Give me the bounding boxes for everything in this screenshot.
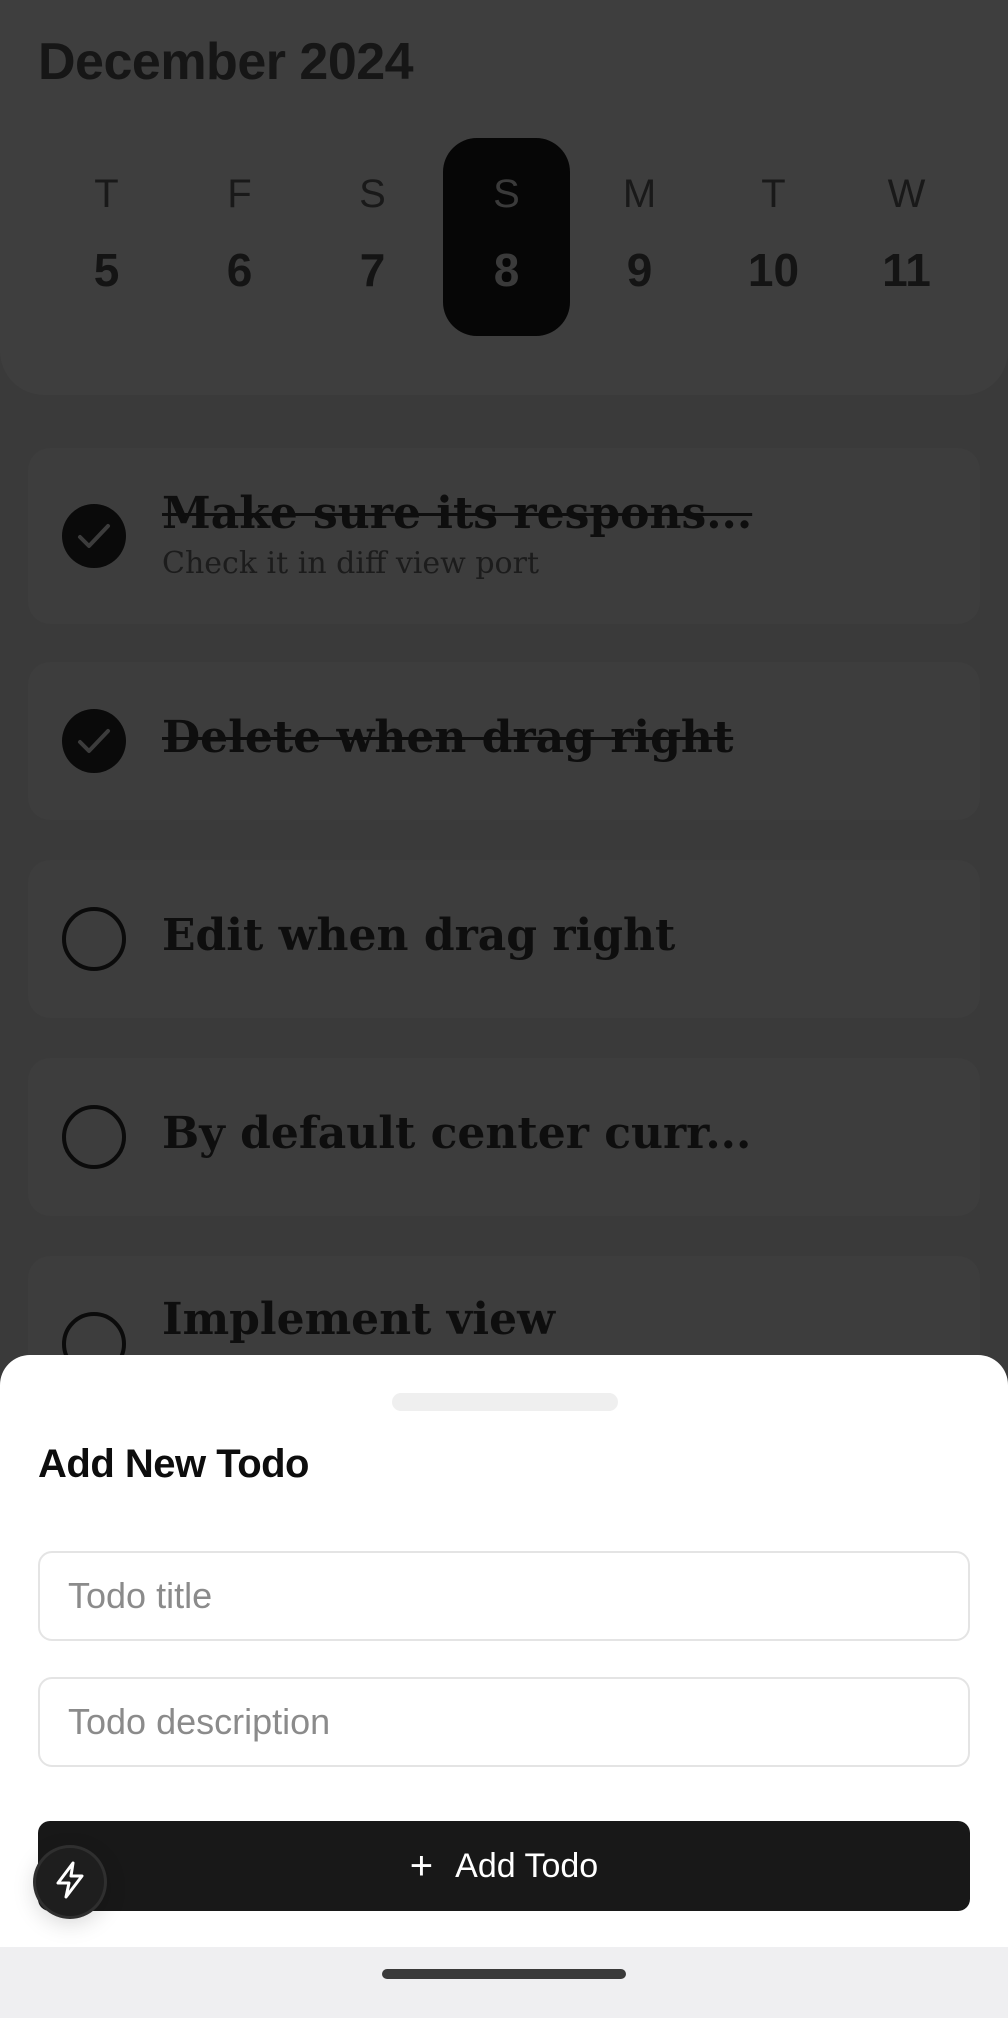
day-wed-11[interactable]: W 11	[843, 138, 970, 336]
day-of-week: M	[622, 172, 657, 216]
todo-item[interactable]: Make sure its respons... Check it in dif…	[28, 448, 980, 624]
todo-title: Delete when drag right	[162, 712, 734, 763]
day-of-week: F	[227, 172, 252, 216]
todo-title: Implement view	[162, 1294, 555, 1345]
unchecked-checkbox-icon[interactable]	[62, 907, 126, 971]
day-of-week: S	[359, 172, 386, 216]
lightning-icon	[53, 1861, 87, 1904]
month-title: December 2024	[38, 33, 414, 91]
todo-title: Make sure its respons...	[162, 488, 753, 539]
day-number: 10	[747, 244, 800, 296]
day-fri-6[interactable]: F 6	[176, 138, 303, 336]
todo-title-input[interactable]	[38, 1551, 970, 1641]
day-mon-9[interactable]: M 9	[576, 138, 703, 336]
sheet-title: Add New Todo	[38, 1442, 310, 1486]
day-tue-10[interactable]: T 10	[710, 138, 837, 336]
todo-title: By default center curr...	[162, 1108, 752, 1159]
add-todo-button[interactable]: + Add Todo	[38, 1821, 970, 1911]
plus-icon: +	[409, 1844, 434, 1888]
day-sat-7[interactable]: S 7	[309, 138, 436, 336]
checked-checkbox-icon[interactable]	[62, 504, 126, 568]
home-indicator[interactable]	[382, 1969, 626, 1979]
calendar-header: December 2024 T 5 F 6 S 7 S 8 M 9 T 10 W…	[0, 0, 1008, 395]
add-todo-button-label: Add Todo	[455, 1846, 599, 1885]
add-todo-sheet: Add New Todo + Add Todo	[0, 1355, 1008, 1947]
checked-checkbox-icon[interactable]	[62, 709, 126, 773]
day-number: 6	[226, 244, 253, 296]
todo-description-input[interactable]	[38, 1677, 970, 1767]
day-of-week: W	[887, 172, 926, 216]
lightning-button[interactable]	[36, 1848, 104, 1916]
todo-item[interactable]: Delete when drag right	[28, 662, 980, 820]
day-of-week: T	[94, 172, 119, 216]
day-number: 8	[493, 244, 520, 296]
todo-description: Check it in diff view port	[162, 546, 540, 581]
day-of-week: S	[493, 172, 520, 216]
sheet-drag-handle[interactable]	[392, 1393, 618, 1411]
day-of-week: T	[761, 172, 786, 216]
day-number: 7	[359, 244, 386, 296]
day-number: 11	[882, 244, 931, 296]
unchecked-checkbox-icon[interactable]	[62, 1105, 126, 1169]
day-number: 9	[626, 244, 653, 296]
system-home-bar	[0, 1947, 1008, 2018]
day-tue-5[interactable]: T 5	[43, 138, 170, 336]
day-sun-8-selected[interactable]: S 8	[443, 138, 570, 336]
todo-item[interactable]: By default center curr...	[28, 1058, 980, 1216]
todo-title: Edit when drag right	[162, 910, 676, 961]
day-number: 5	[93, 244, 120, 296]
todo-item[interactable]: Edit when drag right	[28, 860, 980, 1018]
